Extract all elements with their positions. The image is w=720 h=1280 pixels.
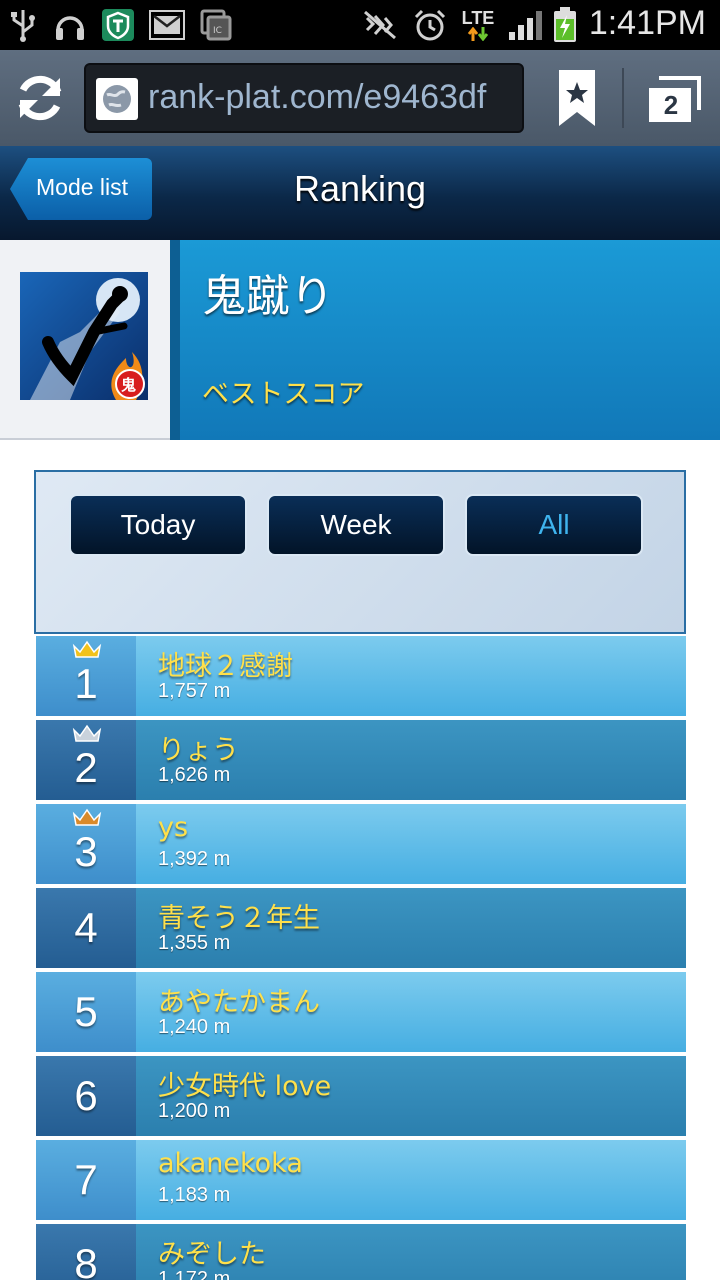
game-info: 鬼 鬼蹴り ベストスコア bbox=[0, 240, 720, 442]
game-icon-panel: 鬼 bbox=[0, 240, 170, 440]
player-score: 1,392 m bbox=[158, 848, 231, 870]
rank-number: 3 bbox=[74, 828, 98, 875]
rank-cell: 7 bbox=[36, 1140, 136, 1220]
lte-indicator: LTE bbox=[458, 8, 498, 42]
player-cell: みぞした 1,172 m bbox=[136, 1224, 686, 1280]
signal-icon bbox=[506, 8, 546, 42]
ranking-row[interactable]: 5 あやたかまん 1,240 m bbox=[36, 972, 686, 1052]
player-score: 1,200 m bbox=[158, 1100, 231, 1122]
battery-charging-icon bbox=[550, 7, 580, 42]
player-score: 1,172 m bbox=[158, 1268, 231, 1280]
all-button[interactable]: All bbox=[465, 494, 643, 556]
player-score: 1,240 m bbox=[158, 1016, 231, 1038]
mail-icon bbox=[148, 8, 186, 42]
ranking-row[interactable]: 7 akanekoka 1,183 m bbox=[36, 1140, 686, 1220]
game-icon: 鬼 bbox=[20, 272, 148, 400]
player-name: 青そう２年生 bbox=[158, 903, 320, 934]
page-header: Mode list Ranking bbox=[0, 146, 720, 240]
player-name: akanekoka bbox=[158, 1148, 303, 1179]
ic-icon: IC bbox=[198, 8, 234, 42]
game-title-panel: 鬼蹴り ベストスコア bbox=[170, 240, 720, 440]
status-bar: IC LTE 1:41PM bbox=[0, 0, 720, 50]
player-name: ys bbox=[158, 812, 189, 843]
tab-count: 2 bbox=[663, 90, 679, 120]
game-name: 鬼蹴り bbox=[202, 271, 334, 322]
player-name: 少女時代 love bbox=[158, 1071, 332, 1102]
bookmark-icon[interactable] bbox=[555, 68, 599, 128]
player-cell: 少女時代 love 1,200 m bbox=[136, 1056, 686, 1136]
rank-number: 8 bbox=[74, 1240, 98, 1280]
player-cell: 青そう２年生 1,355 m bbox=[136, 888, 686, 968]
player-score: 1,355 m bbox=[158, 932, 231, 954]
ranking-row[interactable]: 2 りょう 1,626 m bbox=[36, 720, 686, 800]
alarm-icon bbox=[412, 8, 448, 42]
player-cell: 地球２感謝 1,757 m bbox=[136, 636, 686, 716]
player-name: あやたかまん bbox=[158, 987, 320, 1018]
player-cell: りょう 1,626 m bbox=[136, 720, 686, 800]
page-title: Ranking bbox=[293, 168, 427, 209]
player-score: 1,626 m bbox=[158, 764, 231, 786]
gold-crown-icon bbox=[72, 640, 102, 658]
rank-cell: 1 bbox=[36, 636, 136, 716]
player-name: 地球２感謝 bbox=[158, 651, 293, 682]
ranking-row[interactable]: 1 地球２感謝 1,757 m bbox=[36, 636, 686, 716]
rank-cell: 5 bbox=[36, 972, 136, 1052]
ranking-row[interactable]: 8 みぞした 1,172 m bbox=[36, 1224, 686, 1280]
rank-number: 2 bbox=[74, 744, 98, 791]
today-button[interactable]: Today bbox=[69, 494, 247, 556]
rank-cell: 4 bbox=[36, 888, 136, 968]
bronze-crown-icon bbox=[72, 808, 102, 826]
player-score: 1,757 m bbox=[158, 680, 231, 702]
player-cell: akanekoka 1,183 m bbox=[136, 1140, 686, 1220]
player-name: みぞした bbox=[158, 1239, 266, 1270]
rank-cell: 2 bbox=[36, 720, 136, 800]
tabs-button[interactable]: 2 bbox=[645, 72, 701, 128]
rank-cell: 8 bbox=[36, 1224, 136, 1280]
player-score: 1,183 m bbox=[158, 1184, 231, 1206]
ranking-row[interactable]: 4 青そう２年生 1,355 m bbox=[36, 888, 686, 968]
ranking-row[interactable]: 3 ys 1,392 m bbox=[36, 804, 686, 884]
shield-icon bbox=[100, 8, 136, 42]
url-text: rank-plat.com/e9463df bbox=[148, 78, 487, 116]
rank-number: 6 bbox=[74, 1072, 98, 1119]
mute-icon bbox=[360, 8, 400, 42]
player-name: りょう bbox=[158, 735, 239, 766]
period-filter: Today Week All bbox=[34, 470, 686, 634]
svg-text:IC: IC bbox=[213, 26, 222, 36]
rank-number: 4 bbox=[74, 904, 98, 951]
rank-number: 5 bbox=[74, 988, 98, 1035]
player-cell: あやたかまん 1,240 m bbox=[136, 972, 686, 1052]
site-favicon bbox=[96, 78, 138, 120]
player-cell: ys 1,392 m bbox=[136, 804, 686, 884]
rank-number: 1 bbox=[74, 660, 98, 707]
refresh-icon[interactable] bbox=[12, 70, 68, 126]
score-type: ベストスコア bbox=[202, 379, 365, 410]
browser-toolbar: rank-plat.com/e9463df 2 bbox=[0, 50, 720, 146]
silver-crown-icon bbox=[72, 724, 102, 742]
rank-number: 7 bbox=[74, 1156, 98, 1203]
svg-text:鬼: 鬼 bbox=[121, 376, 136, 394]
week-button[interactable]: Week bbox=[267, 494, 445, 556]
clock: 1:41PM bbox=[588, 4, 706, 42]
toolbar-divider bbox=[622, 68, 624, 128]
ranking-row[interactable]: 6 少女時代 love 1,200 m bbox=[36, 1056, 686, 1136]
rank-cell: 6 bbox=[36, 1056, 136, 1136]
rank-cell: 3 bbox=[36, 804, 136, 884]
usb-icon bbox=[8, 8, 38, 42]
url-bar[interactable]: rank-plat.com/e9463df bbox=[84, 63, 524, 133]
headset-icon bbox=[52, 8, 88, 42]
